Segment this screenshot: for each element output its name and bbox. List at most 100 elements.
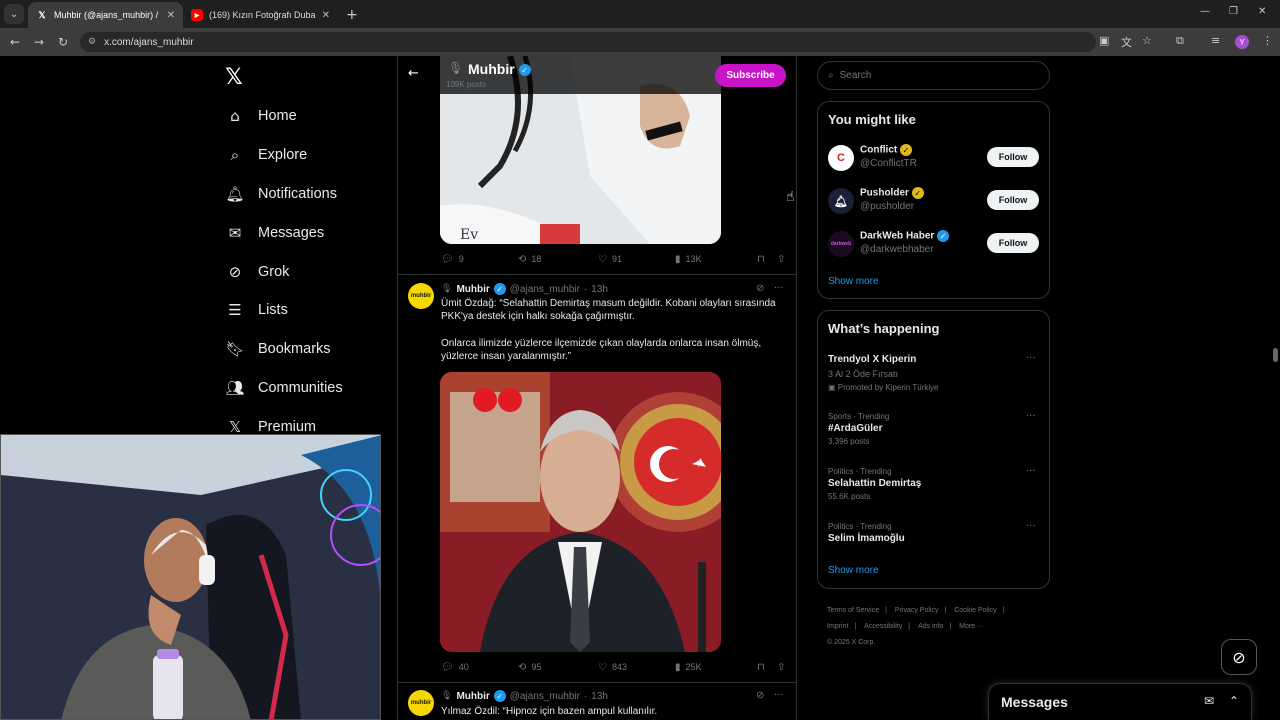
heart-icon: ♡ [598, 253, 607, 265]
timeline[interactable]: ← 🎙︎ Muhbir ✓ 109K posts Subscribe Ev 💬︎… [397, 56, 797, 720]
verified-badge-icon: ✓ [900, 144, 912, 156]
views-button[interactable]: ▮ 25K [675, 662, 757, 673]
x-logo[interactable]: 𝕏 [225, 65, 243, 90]
bookmark-button[interactable]: ⊓ [757, 662, 777, 673]
star-icon[interactable]: ☆ [1142, 34, 1152, 47]
author-handle[interactable]: @ajans_muhbir [510, 691, 580, 702]
nav-lists[interactable]: ☰ Lists [226, 301, 288, 319]
follow-button[interactable]: Follow [987, 147, 1039, 167]
tab-search-button[interactable]: ⌄ [4, 4, 24, 24]
avatar[interactable]: muhbir [408, 283, 434, 309]
trend-item[interactable]: Politics · Trending Selim İmamoğlu ··· [828, 521, 1040, 546]
close-icon[interactable]: ✕ [322, 10, 330, 21]
trend-item[interactable]: Trendyol X Kiperin 3 Al 2 Öde Fırsatı ▣ … [828, 353, 1040, 393]
bell-icon[interactable]: 🔔︎ [828, 188, 854, 214]
nav-communities[interactable]: 👥︎ Communities [225, 379, 342, 397]
suggestion-name[interactable]: Conflict ✓ [860, 144, 912, 156]
like-button[interactable]: ♡ 843 [598, 662, 675, 673]
footer-link[interactable]: More ··· [959, 623, 984, 630]
forward-icon[interactable]: → [27, 30, 51, 54]
avatar[interactable]: darkweb [828, 231, 854, 257]
profile-avatar[interactable]: Y [1235, 35, 1249, 49]
youtube-icon: ▶ [191, 9, 203, 21]
close-window-icon[interactable]: ✕ [1258, 6, 1266, 17]
avatar[interactable]: C [828, 145, 854, 171]
reply-button[interactable]: 💬︎ 9 [441, 254, 518, 265]
show-more-link[interactable]: Show more [828, 565, 879, 576]
footer-link[interactable]: Accessibility [864, 623, 902, 630]
translate-icon[interactable]: 文 [1121, 34, 1132, 50]
back-icon[interactable]: ← [3, 30, 27, 54]
site-info-icon[interactable]: ⚙ [88, 37, 96, 47]
suggestion-conflict[interactable]: C Conflict ✓ @ConflictTR Follow [828, 144, 1040, 174]
more-icon[interactable]: ··· [1026, 411, 1036, 422]
suggestion-name[interactable]: Pusholder ✓ [860, 187, 924, 199]
tweet-image[interactable] [440, 372, 721, 652]
scrollbar[interactable] [1271, 56, 1280, 720]
footer-link[interactable]: Imprint [827, 623, 848, 630]
grok-icon[interactable]: ⊘ [756, 690, 764, 701]
tweet-header: 🎙︎ Muhbir ✓ @ajans_muhbir · 13h [441, 283, 608, 295]
tweet-time[interactable]: 13h [591, 691, 608, 702]
dot-separator: · [583, 283, 588, 295]
address-bar[interactable]: ⚙ x.com/ajans_muhbir [80, 32, 1096, 52]
reload-icon[interactable]: ↻ [51, 30, 75, 54]
more-icon[interactable]: ··· [1026, 521, 1036, 532]
repost-button[interactable]: ⟲ 18 [518, 254, 598, 265]
trend-item[interactable]: Politics · Trending Selahattin Demirtaş … [828, 466, 1040, 502]
nav-home[interactable]: ⌂ Home [226, 107, 296, 125]
close-icon[interactable]: ✕ [167, 10, 175, 21]
subscribe-button[interactable]: Subscribe [715, 64, 786, 87]
more-icon[interactable]: ··· [1026, 466, 1036, 477]
new-message-icon[interactable]: ✉ [1204, 694, 1214, 708]
suggestion-darkweb[interactable]: darkweb DarkWeb Haber ✓ @darkwebhaber Fo… [828, 230, 1040, 260]
footer-link[interactable]: Privacy Policy [895, 607, 939, 614]
scrollbar-thumb[interactable] [1273, 348, 1278, 362]
more-icon[interactable]: ··· [774, 690, 784, 701]
share-button[interactable]: ⇧ [777, 662, 785, 673]
more-icon[interactable]: ··· [774, 283, 784, 294]
tweet-time[interactable]: 13h [591, 284, 608, 295]
new-tab-button[interactable]: + [346, 7, 358, 23]
more-icon[interactable]: ··· [1026, 353, 1036, 364]
trend-item[interactable]: Sports · Trending #ArdaGüler 3,396 posts… [828, 411, 1040, 447]
suggestion-pusholder[interactable]: 🔔︎ Pusholder ✓ @pusholder Follow [828, 187, 1040, 217]
repost-button[interactable]: ⟲ 95 [518, 662, 598, 673]
restore-icon[interactable]: ❐ [1229, 6, 1238, 17]
messages-drawer[interactable]: Messages ✉ ⌃ [988, 683, 1252, 720]
footer-link[interactable]: Ads info [918, 623, 943, 630]
nav-explore[interactable]: ⌕ Explore [226, 146, 307, 164]
grok-button[interactable]: ⊘ [1221, 639, 1257, 675]
footer-link[interactable]: Terms of Service [827, 607, 879, 614]
grok-icon[interactable]: ⊘ [756, 283, 764, 294]
media-icon[interactable]: ≡ [1211, 34, 1220, 47]
follow-button[interactable]: Follow [987, 190, 1039, 210]
back-arrow-icon[interactable]: ← [408, 66, 419, 81]
extensions-icon[interactable]: ⧉ [1176, 34, 1184, 48]
tab-muhbir[interactable]: 𝕏 Muhbir (@ajans_muhbir) / X ✕ [28, 2, 183, 28]
minimize-icon[interactable]: — [1200, 6, 1210, 17]
like-button[interactable]: ♡ 91 [598, 254, 675, 265]
expand-icon[interactable]: ⌃ [1229, 694, 1239, 708]
nav-notifications[interactable]: 🔔︎ Notifications [225, 185, 337, 203]
suggestion-name[interactable]: DarkWeb Haber ✓ [860, 230, 950, 242]
reply-button[interactable]: 💬︎ 40 [441, 662, 518, 673]
share-button[interactable]: ⇧ [777, 254, 785, 265]
author-name[interactable]: Muhbir [456, 284, 489, 295]
author-handle[interactable]: @ajans_muhbir [510, 284, 580, 295]
search-input[interactable]: ⌕ Search [817, 61, 1050, 90]
show-more-link[interactable]: Show more [828, 276, 879, 287]
nav-messages[interactable]: ✉ Messages [226, 224, 324, 242]
follow-button[interactable]: Follow [987, 233, 1039, 253]
views-button[interactable]: ▮ 13K [675, 254, 757, 265]
author-name[interactable]: Muhbir [456, 691, 489, 702]
menu-icon[interactable]: ⋮ [1262, 34, 1273, 47]
like-count: 843 [611, 662, 627, 672]
footer-link[interactable]: Cookie Policy [954, 607, 996, 614]
avatar[interactable]: muhbir [408, 690, 434, 716]
bookmark-button[interactable]: ⊓ [757, 254, 777, 265]
nav-grok[interactable]: ⊘ Grok [226, 263, 290, 281]
cast-icon[interactable]: ▣ [1099, 34, 1109, 47]
tab-youtube[interactable]: ▶ (169) Kızın Fotoğrafı Dubai'dey ✕ [183, 2, 338, 28]
nav-bookmarks[interactable]: 🔖︎ Bookmarks [225, 340, 330, 358]
